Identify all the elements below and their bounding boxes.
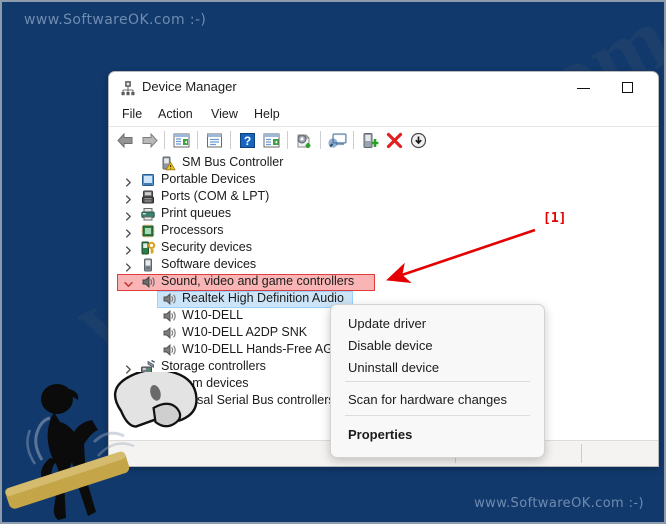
processor-icon xyxy=(140,223,156,239)
tree-item[interactable]: Ports (COM & LPT) xyxy=(109,189,658,206)
menu-bar: File Action View Help xyxy=(109,103,658,126)
menu-separator-1 xyxy=(345,381,530,382)
separator-4 xyxy=(287,131,288,149)
chevron-right-icon[interactable] xyxy=(123,396,134,408)
tree-item-label: W10-DELL xyxy=(182,308,244,322)
context-menu[interactable]: Update driver Disable device Uninstall dev… xyxy=(330,304,545,458)
scan-hardware-icon[interactable] xyxy=(327,130,348,151)
tree-item[interactable]: Security devices xyxy=(109,240,658,257)
chevron-right-icon[interactable] xyxy=(123,226,134,238)
security-device-icon xyxy=(140,240,156,256)
disable-device-icon[interactable] xyxy=(408,130,429,151)
maximize-button[interactable] xyxy=(606,72,650,102)
menu-item-action[interactable]: Action xyxy=(154,106,197,122)
device-manager-icon xyxy=(121,81,135,96)
status-divider-2 xyxy=(581,444,582,463)
chevron-right-icon[interactable] xyxy=(123,379,134,391)
tree-item-label: SM Bus Controller xyxy=(182,155,284,169)
sound-device-icon xyxy=(161,308,177,324)
help-icon[interactable]: ? xyxy=(237,130,258,151)
context-menu-item-uninstall-device[interactable]: Uninstall device xyxy=(331,355,544,381)
device-warning-icon xyxy=(161,155,177,171)
system-device-icon xyxy=(140,376,156,392)
sound-device-icon xyxy=(161,291,177,307)
tree-item[interactable]: Sound, video and game controllers xyxy=(109,274,658,291)
chevron-right-icon[interactable] xyxy=(123,362,134,374)
tree-item[interactable]: Processors xyxy=(109,223,658,240)
forward-icon[interactable] xyxy=(139,130,160,151)
context-menu-item-scan-for-hardware-changes[interactable]: Scan for hardware changes xyxy=(331,387,544,413)
chevron-down-icon[interactable] xyxy=(123,277,134,288)
chevron-right-icon[interactable] xyxy=(123,209,134,221)
tree-item[interactable]: SM Bus Controller xyxy=(109,155,658,172)
tree-item-label: Sound, video and game controllers xyxy=(161,274,355,288)
toolbar: ? xyxy=(109,126,658,155)
menu-item-file[interactable]: File xyxy=(118,106,146,122)
watermark-bottom: www.SoftwareOK.com :-) xyxy=(474,496,644,511)
tree-item-label: Ports (COM & LPT) xyxy=(161,189,270,203)
chevron-right-icon[interactable] xyxy=(123,260,134,272)
tree-item-label: Portable Devices xyxy=(161,172,256,186)
tree-item-label: Realtek High Definition Audio xyxy=(182,291,344,305)
title-bar: Device Manager xyxy=(109,72,658,103)
usb-controller-icon xyxy=(140,393,156,409)
uninstall-device-icon[interactable] xyxy=(384,130,405,151)
context-menu-item-properties[interactable]: Properties xyxy=(331,422,544,448)
show-console-tree-icon[interactable] xyxy=(261,130,282,151)
minimize-button[interactable] xyxy=(562,72,606,102)
menu-item-view[interactable]: View xyxy=(207,106,242,122)
properties-icon[interactable] xyxy=(204,130,225,151)
tree-item-label: Storage controllers xyxy=(161,359,266,373)
tree-item[interactable]: Software devices xyxy=(109,257,658,274)
sound-controller-icon xyxy=(140,274,156,290)
tree-item[interactable]: Portable Devices xyxy=(109,172,658,189)
separator-3 xyxy=(230,131,231,149)
separator-2 xyxy=(197,131,198,149)
update-driver-icon[interactable] xyxy=(294,130,315,151)
tree-item[interactable]: Print queues xyxy=(109,206,658,223)
menu-item-help[interactable]: Help xyxy=(250,106,284,122)
port-icon xyxy=(140,189,156,205)
separator-6 xyxy=(353,131,354,149)
annotation-label: [1] xyxy=(543,211,567,226)
software-device-icon xyxy=(140,257,156,273)
chevron-right-icon[interactable] xyxy=(123,175,134,187)
menu-separator-2 xyxy=(345,415,530,416)
storage-controller-icon xyxy=(140,359,156,375)
separator-5 xyxy=(320,131,321,149)
enable-device-icon[interactable] xyxy=(360,130,381,151)
tree-item-label: Processors xyxy=(161,223,224,237)
tree-item-label: Security devices xyxy=(161,240,253,254)
sound-device-icon xyxy=(161,342,177,358)
tree-item-label: Universal Serial Bus controllers xyxy=(161,393,335,407)
tree-item-label: Print queues xyxy=(161,206,232,220)
tree-item-label: W10-DELL A2DP SNK xyxy=(182,325,308,339)
svg-text:?: ? xyxy=(244,134,251,148)
back-icon[interactable] xyxy=(115,130,136,151)
printer-icon xyxy=(140,206,156,222)
watermark-top: www.SoftwareOK.com :-) xyxy=(24,12,207,28)
tree-item-label: System devices xyxy=(161,376,249,390)
page-background: .com ware Device Manager FileActionViewH… xyxy=(0,0,666,524)
chevron-right-icon[interactable] xyxy=(123,192,134,204)
sound-device-icon xyxy=(161,325,177,341)
separator-1 xyxy=(164,131,165,149)
window-title: Device Manager xyxy=(142,79,237,94)
show-hide-tree-icon[interactable] xyxy=(171,130,192,151)
portable-device-icon xyxy=(140,172,156,188)
chevron-right-icon[interactable] xyxy=(123,243,134,255)
tree-item-label: Software devices xyxy=(161,257,257,271)
